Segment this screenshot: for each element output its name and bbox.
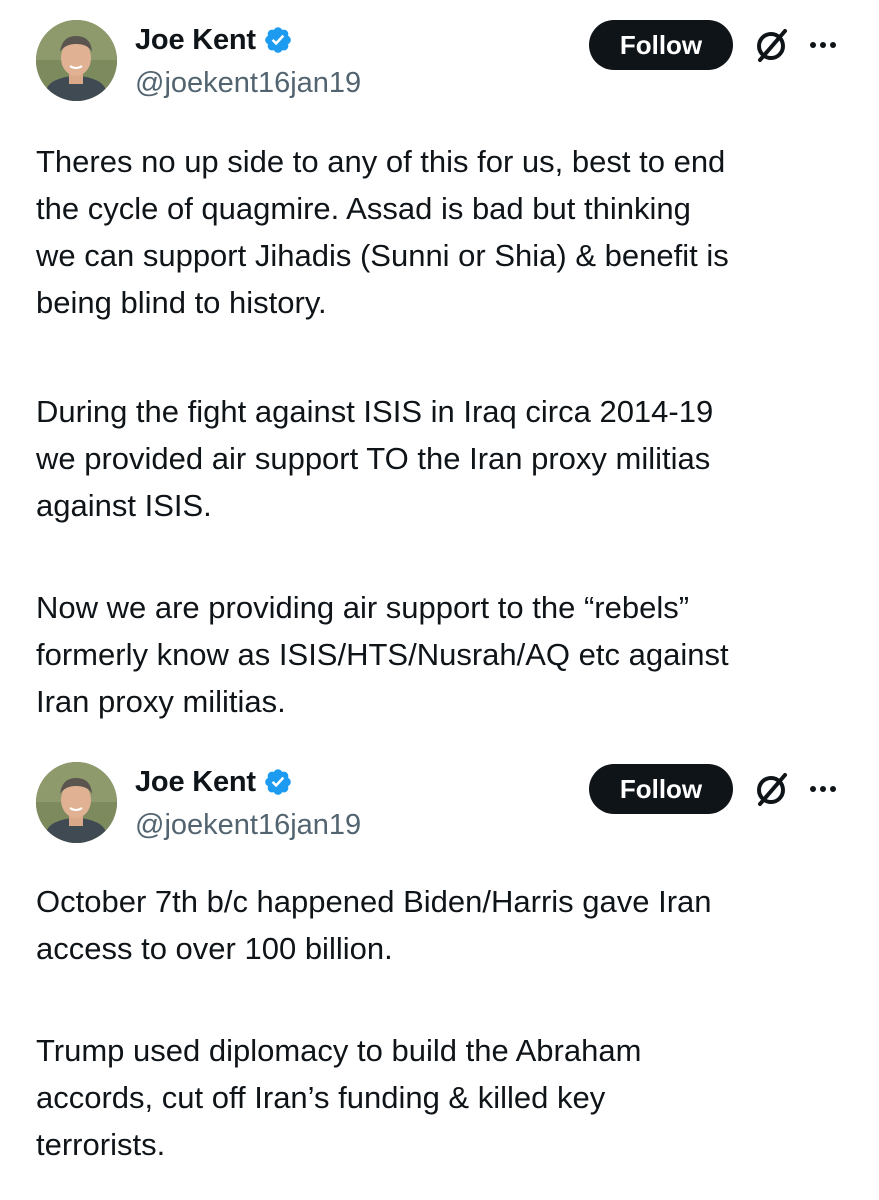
- tweet-text: October 7th b/c happened Biden/Harris ga…: [36, 884, 712, 966]
- display-name[interactable]: Joe Kent: [135, 22, 256, 58]
- tweet-paragraph: Now we are providing air support to the …: [36, 584, 856, 725]
- grok-icon[interactable]: [752, 769, 792, 809]
- avatar[interactable]: [36, 20, 117, 101]
- author-handle[interactable]: @joekent16jan19: [135, 66, 361, 100]
- tweet-paragraph: October 7th b/c happened Biden/Harris ga…: [36, 878, 856, 972]
- more-options-icon[interactable]: [805, 33, 841, 57]
- follow-button[interactable]: Follow: [589, 764, 733, 814]
- display-name[interactable]: Joe Kent: [135, 764, 256, 800]
- tweet-text: Theres no up side to any of this for us,…: [36, 144, 729, 320]
- tweet-text: Now we are providing air support to the …: [36, 590, 729, 719]
- tweet-paragraph: Trump used diplomacy to build the Abraha…: [36, 1027, 856, 1168]
- tweet-text: Trump used diplomacy to build the Abraha…: [36, 1033, 642, 1162]
- author-name-row: Joe Kent: [135, 22, 293, 58]
- tweet-paragraph: Theres no up side to any of this for us,…: [36, 138, 856, 326]
- tweet-paragraph: During the fight against ISIS in Iraq ci…: [36, 388, 856, 529]
- author-handle[interactable]: @joekent16jan19: [135, 808, 361, 842]
- more-options-icon[interactable]: [805, 777, 841, 801]
- follow-button[interactable]: Follow: [589, 20, 733, 70]
- avatar[interactable]: [36, 762, 117, 843]
- author-name-row: Joe Kent: [135, 764, 293, 800]
- grok-icon[interactable]: [752, 25, 792, 65]
- tweet-text: During the fight against ISIS in Iraq ci…: [36, 394, 714, 523]
- verified-badge-icon: [263, 25, 293, 55]
- verified-badge-icon: [263, 767, 293, 797]
